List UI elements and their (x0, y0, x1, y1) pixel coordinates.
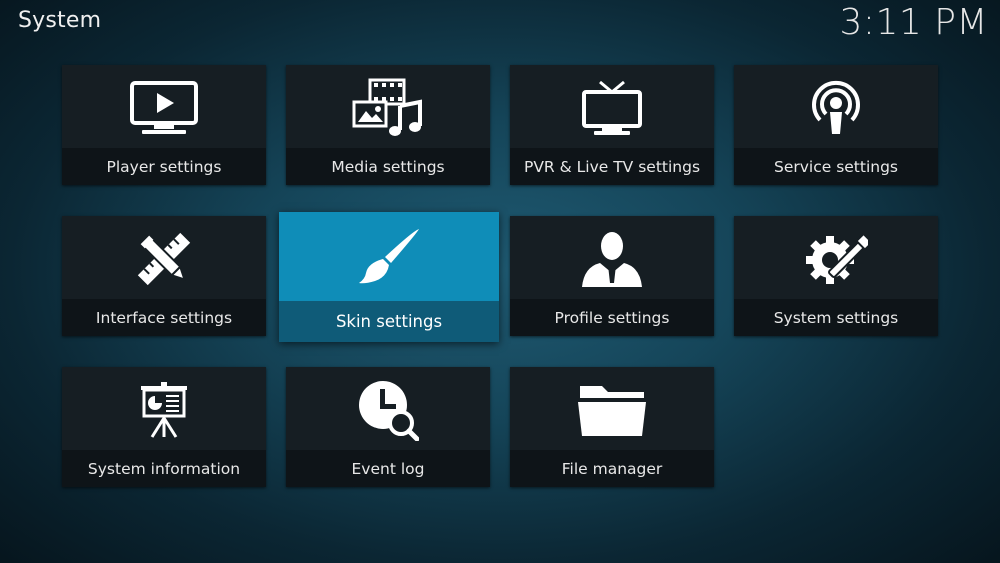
tile-profile-settings[interactable]: Profile settings (510, 216, 714, 336)
podcast-icon (806, 78, 866, 138)
gear-wrench-icon (804, 228, 868, 290)
tv-icon (580, 80, 644, 136)
window-title: System (18, 8, 102, 33)
paintbrush-icon (355, 225, 423, 289)
tile-label: Media settings (286, 148, 490, 185)
tile-label: Player settings (62, 148, 266, 185)
tile-service-settings[interactable]: Service settings (734, 65, 938, 185)
tile-label: System settings (734, 299, 938, 336)
pencil-ruler-icon (133, 228, 195, 290)
tile-media-settings[interactable]: Media settings (286, 65, 490, 185)
tile-label: PVR & Live TV settings (510, 148, 714, 185)
user-silhouette-icon (580, 229, 644, 289)
tile-label: Interface settings (62, 299, 266, 336)
tile-pvr-live-tv-settings[interactable]: PVR & Live TV settings (510, 65, 714, 185)
tile-system-settings[interactable]: System settings (734, 216, 938, 336)
tile-skin-settings[interactable]: Skin settings (279, 212, 499, 342)
tile-label: Profile settings (510, 299, 714, 336)
tile-file-manager[interactable]: File manager (510, 367, 714, 487)
tile-label: System information (62, 450, 266, 487)
tile-label: Service settings (734, 148, 938, 185)
media-icon (352, 78, 424, 138)
clock-search-icon (357, 379, 419, 441)
tile-label: Event log (286, 450, 490, 487)
tile-label: File manager (510, 450, 714, 487)
presentation-board-icon (139, 381, 189, 438)
clock: 3:11 PM (839, 2, 988, 43)
tile-interface-settings[interactable]: Interface settings (62, 216, 266, 336)
tile-event-log[interactable]: Event log (286, 367, 490, 487)
tile-system-information[interactable]: System information (62, 367, 266, 487)
tile-label: Skin settings (279, 301, 499, 342)
folder-icon (576, 382, 648, 438)
tile-player-settings[interactable]: Player settings (62, 65, 266, 185)
monitor-play-icon (128, 80, 200, 136)
